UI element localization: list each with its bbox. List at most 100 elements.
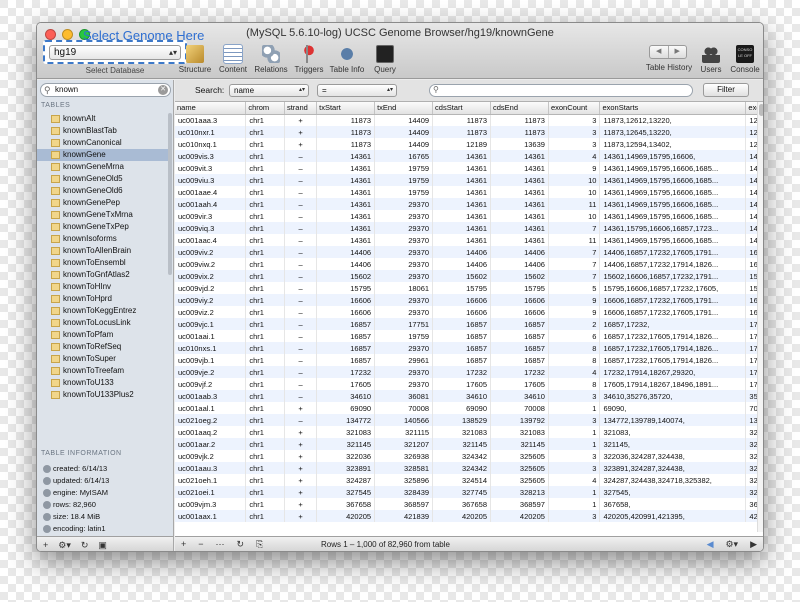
cell-exonEnds[interactable]: 14829,1503 [745, 186, 757, 198]
table-row[interactable]: uc009viq.3 chr1–14361 29370 14361 14361 7 1436… [175, 222, 757, 234]
cell-exonCount[interactable]: 3 [548, 450, 601, 462]
cell-exonCount[interactable]: 9 [548, 294, 601, 306]
cell-cdsStart[interactable]: 14361 [432, 150, 491, 162]
cell-txEnd[interactable]: 29370 [374, 306, 434, 318]
cell-exonCount[interactable]: 3 [548, 462, 601, 474]
cell-cdsStart[interactable]: 16857 [432, 342, 491, 354]
history-back-button[interactable]: ◀ [650, 46, 668, 58]
cell-cdsEnd[interactable]: 14361 [490, 150, 549, 162]
cell-name[interactable]: uc009viy.2 [175, 294, 247, 306]
cell-exonEnds[interactable]: 324060,324 [745, 462, 757, 474]
cell-txEnd[interactable]: 29370 [374, 198, 434, 210]
cell-txStart[interactable]: 16606 [316, 306, 376, 318]
cell-strand[interactable]: + [284, 510, 318, 522]
cell-chrom[interactable]: chr1 [245, 510, 285, 522]
cell-exonStarts[interactable]: 327545, [599, 486, 747, 498]
cell-cdsStart[interactable]: 17605 [432, 378, 491, 390]
cell-cdsEnd[interactable]: 14406 [490, 258, 549, 270]
cell-name[interactable]: uc010nxs.1 [175, 342, 247, 354]
cell-txEnd[interactable]: 18061 [374, 282, 434, 294]
cell-strand[interactable]: – [284, 414, 318, 426]
cell-exonEnds[interactable]: 420296,421 [745, 510, 757, 522]
table-item-knownToU133Plus2[interactable]: knownToU133Plus2 [37, 389, 168, 401]
cell-cdsStart[interactable]: 321145 [432, 438, 491, 450]
table-row[interactable]: uc001aai.1 chr1–16857 19759 16857 16857 6 1685… [175, 330, 757, 342]
cell-name[interactable]: uc009vjb.1 [175, 354, 247, 366]
cell-exonStarts[interactable]: 14406,16857,17232,17605,1791... [599, 246, 747, 258]
cell-name[interactable]: uc001aac.4 [175, 234, 247, 246]
cell-name[interactable]: uc001aae.4 [175, 186, 247, 198]
cell-exonEnds[interactable]: 12227,1272 [745, 138, 757, 150]
cell-txStart[interactable]: 14406 [316, 258, 376, 270]
cell-chrom[interactable]: chr1 [245, 462, 285, 474]
cell-cdsStart[interactable]: 16857 [432, 318, 491, 330]
cell-txStart[interactable]: 16857 [316, 342, 376, 354]
cell-exonStarts[interactable]: 134772,139789,140074, [599, 414, 747, 426]
table-item-knownToPfam[interactable]: knownToPfam [37, 329, 168, 341]
cell-txStart[interactable]: 321145 [316, 438, 376, 450]
cell-strand[interactable]: – [284, 258, 318, 270]
table-item-knownToEnsembl[interactable]: knownToEnsembl [37, 257, 168, 269]
cell-cdsStart[interactable]: 14361 [432, 210, 491, 222]
cell-strand[interactable]: – [284, 390, 318, 402]
cell-cdsStart[interactable]: 14406 [432, 258, 491, 270]
next-page-button[interactable]: ▶ [750, 539, 757, 550]
table-row[interactable]: uc009vit.3 chr1–14361 19759 14361 14361 9 1436… [175, 162, 757, 174]
cell-chrom[interactable]: chr1 [245, 138, 285, 150]
cell-exonEnds[interactable]: 12227,1272 [745, 114, 757, 126]
cell-exonStarts[interactable]: 16857,17232,17605,17914,1826... [599, 330, 747, 342]
cell-txStart[interactable]: 323891 [316, 462, 376, 474]
cell-exonCount[interactable]: 3 [548, 138, 601, 150]
tables-scrollbar[interactable] [168, 113, 173, 413]
cell-chrom[interactable]: chr1 [245, 258, 285, 270]
cell-txStart[interactable]: 11873 [316, 114, 376, 126]
cell-exonStarts[interactable]: 14361,14969,15795,16606,1685... [599, 174, 747, 186]
table-item-knownToAllenBrain[interactable]: knownToAllenBrain [37, 245, 168, 257]
table-row[interactable]: uc021oei.1 chr1 +327545 328439 327745 328213 1… [175, 486, 757, 498]
cell-txEnd[interactable]: 36081 [374, 390, 434, 402]
cell-txEnd[interactable]: 29370 [374, 246, 434, 258]
cell-cdsEnd[interactable]: 34610 [490, 390, 549, 402]
cell-exonCount[interactable]: 7 [548, 222, 601, 234]
cell-strand[interactable]: + [284, 474, 318, 486]
database-select[interactable]: hg19 ▴▾ [49, 45, 181, 60]
cell-exonEnds[interactable]: 322228,324 [745, 450, 757, 462]
cell-exonEnds[interactable]: 14829,1503 [745, 150, 757, 162]
table-item-knownToHprd[interactable]: knownToHprd [37, 293, 168, 305]
cell-exonStarts[interactable]: 16857,17232,17605,17914,1826... [599, 342, 747, 354]
table-row[interactable]: uc001aaq.2 chr1 +321083 321115 321083 321083 1… [175, 426, 757, 438]
cell-cdsEnd[interactable]: 70008 [490, 402, 549, 414]
cell-chrom[interactable]: chr1 [245, 318, 285, 330]
cell-cdsEnd[interactable]: 16857 [490, 342, 549, 354]
table-row[interactable]: uc009vjb.1 chr1–16857 29961 16857 16857 8 1685… [175, 354, 757, 366]
cell-exonCount[interactable]: 6 [548, 330, 601, 342]
cell-chrom[interactable]: chr1 [245, 222, 285, 234]
cell-exonStarts[interactable]: 367658, [599, 498, 747, 510]
cell-cdsEnd[interactable]: 16857 [490, 354, 549, 366]
cell-exonEnds[interactable]: 324345,324 [745, 474, 757, 486]
cell-cdsEnd[interactable]: 14361 [490, 234, 549, 246]
table-item-knownCanonical[interactable]: knownCanonical [37, 137, 168, 149]
cell-txEnd[interactable]: 29370 [374, 366, 434, 378]
cell-txEnd[interactable]: 70008 [374, 402, 434, 414]
table-row[interactable]: uc009vjk.2 chr1 +322036 326938 324342 325605 3… [175, 450, 757, 462]
cell-strand[interactable]: – [284, 342, 318, 354]
cell-strand[interactable]: – [284, 378, 318, 390]
cell-cdsStart[interactable]: 420205 [432, 510, 491, 522]
cell-exonStarts[interactable]: 14361,14969,15795,16606,1685... [599, 198, 747, 210]
cell-name[interactable]: uc010nxq.1 [175, 138, 247, 150]
cell-exonEnds[interactable]: 14829,1503 [745, 162, 757, 174]
cell-txEnd[interactable]: 29961 [374, 354, 434, 366]
cell-cdsStart[interactable]: 367658 [432, 498, 491, 510]
cell-txStart[interactable]: 16857 [316, 330, 376, 342]
cell-name[interactable]: uc009viq.3 [175, 222, 247, 234]
cell-exonEnds[interactable]: 17055,1736 [745, 330, 757, 342]
cell-exonEnds[interactable]: 16765,1705 [745, 306, 757, 318]
cell-exonCount[interactable]: 11 [548, 234, 601, 246]
table-item-knownToRefSeq[interactable]: knownToRefSeq [37, 341, 168, 353]
cell-exonEnds[interactable]: 17055,1736 [745, 354, 757, 366]
cell-exonStarts[interactable]: 34610,35276,35720, [599, 390, 747, 402]
cell-txEnd[interactable]: 326938 [374, 450, 434, 462]
cell-exonStarts[interactable]: 11873,12645,13220, [599, 126, 747, 138]
table-info-button[interactable]: Table Info [327, 45, 367, 74]
